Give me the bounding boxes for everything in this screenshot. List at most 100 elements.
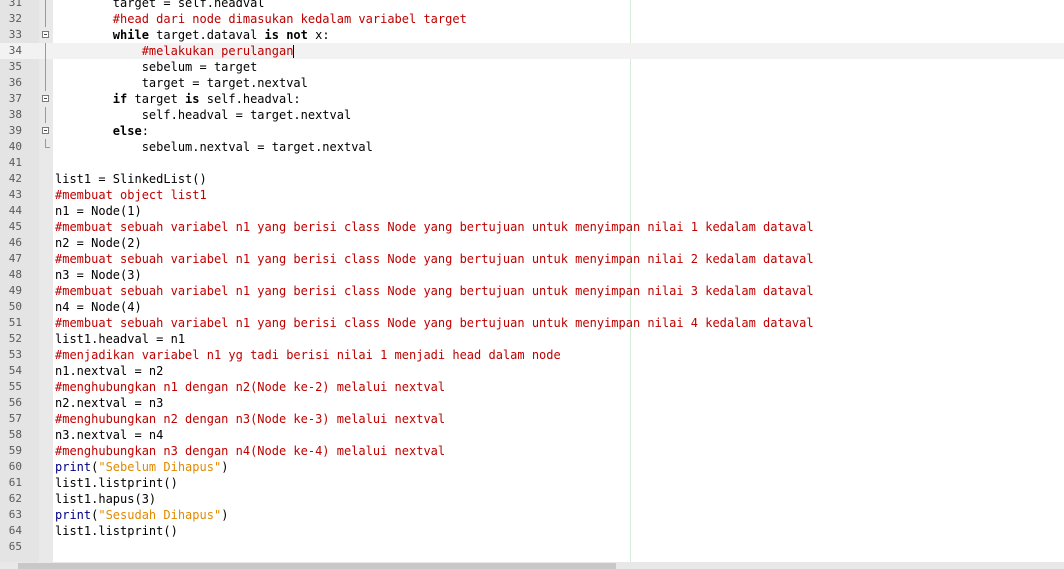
code-line[interactable]: 48 n3 = Node(3) — [0, 267, 1064, 283]
code-text[interactable]: self.headval = target.nextval — [55, 107, 352, 123]
code-text[interactable]: #head dari node dimasukan kedalam variab… — [55, 11, 467, 27]
line-number: 42 — [8, 172, 22, 185]
code-text[interactable]: #membuat sebuah variabel n1 yang berisi … — [55, 315, 814, 331]
code-line[interactable]: 33 while target.dataval is not x: — [0, 27, 1064, 43]
code-line[interactable]: 45 #membuat sebuah variabel n1 yang beris… — [0, 219, 1064, 235]
code-token: list1.listprint() — [55, 476, 178, 490]
code-text[interactable]: print("Sebelum Dihapus") — [55, 459, 228, 475]
code-comment: #melakukan perulangan — [141, 44, 294, 58]
code-editor[interactable]: 31 target = self.headval 32 #head dari no… — [0, 0, 1064, 562]
code-line[interactable]: 32 #head dari node dimasukan kedalam var… — [0, 11, 1064, 27]
horizontal-scrollbar[interactable] — [0, 562, 1064, 569]
code-text[interactable]: #menghubungkan n1 dengan n2(Node ke-2) m… — [55, 379, 445, 395]
code-line[interactable]: 56 n2.nextval = n3 — [0, 395, 1064, 411]
line-number: 51 — [8, 316, 22, 329]
code-text[interactable]: n2.nextval = n3 — [55, 395, 163, 411]
code-line[interactable]: 52 list1.headval = n1 — [0, 331, 1064, 347]
code-text[interactable]: while target.dataval is not x: — [55, 27, 330, 43]
code-text[interactable]: list1.headval = n1 — [55, 331, 185, 347]
code-line[interactable]: 62 list1.hapus(3) — [0, 491, 1064, 507]
code-line[interactable]: 44 n1 = Node(1) — [0, 203, 1064, 219]
code-line[interactable]: 53 #menjadikan variabel n1 yg tadi berisi… — [0, 347, 1064, 363]
code-line[interactable]: 57 #menghubungkan n2 dengan n3(Node ke-3)… — [0, 411, 1064, 427]
line-number: 43 — [8, 188, 22, 201]
fold-toggle-icon[interactable] — [42, 127, 49, 134]
code-text[interactable]: #membuat sebuah variabel n1 yang berisi … — [55, 283, 814, 299]
code-comment: #menghubungkan n1 dengan n2(Node ke-2) m… — [55, 380, 446, 394]
code-text[interactable]: n2 = Node(2) — [55, 235, 142, 251]
code-text[interactable]: if target is self.headval: — [55, 91, 301, 107]
code-line[interactable]: 49 #membuat sebuah variabel n1 yang beris… — [0, 283, 1064, 299]
code-token: list1.hapus(3) — [55, 492, 157, 506]
fold-toggle-icon[interactable] — [42, 31, 49, 38]
code-token: n3.nextval = n4 — [55, 428, 164, 442]
code-text[interactable]: #menghubungkan n3 dengan n4(Node ke-4) m… — [55, 443, 445, 459]
code-line[interactable]: 38 self.headval = target.nextval — [0, 107, 1064, 123]
code-text[interactable]: n3 = Node(3) — [55, 267, 142, 283]
code-text[interactable]: #menjadikan variabel n1 yg tadi berisi n… — [55, 347, 561, 363]
code-line[interactable]: 61 list1.listprint() — [0, 475, 1064, 491]
line-number: 35 — [8, 60, 22, 73]
code-line[interactable]: 31 target = self.headval — [0, 0, 1064, 11]
code-line[interactable]: 37 if target is self.headval: — [0, 91, 1064, 107]
code-line[interactable]: 39 else: — [0, 123, 1064, 139]
code-text[interactable]: print("Sesudah Dihapus") — [55, 507, 228, 523]
line-number: 36 — [8, 76, 22, 89]
code-text[interactable]: n4 = Node(4) — [55, 299, 142, 315]
code-line[interactable]: 59 #menghubungkan n3 dengan n4(Node ke-4)… — [0, 443, 1064, 459]
code-text[interactable]: n1 = Node(1) — [55, 203, 142, 219]
fold-toggle-icon[interactable] — [42, 95, 49, 102]
code-line[interactable]: 36 target = target.nextval — [0, 75, 1064, 91]
line-number: 33 — [8, 28, 22, 41]
code-text[interactable]: list1.listprint() — [55, 523, 178, 539]
line-number: 61 — [8, 476, 22, 489]
code-text[interactable]: sebelum.nextval = target.nextval — [55, 139, 373, 155]
fold-guide-line — [45, 107, 46, 123]
code-text[interactable]: target = self.headval — [55, 0, 265, 11]
fold-guide-line — [45, 11, 46, 27]
code-text[interactable]: #membuat sebuah variabel n1 yang berisi … — [55, 251, 814, 267]
code-comment: #membuat object list1 — [55, 188, 207, 202]
code-text[interactable]: #membuat object list1 — [55, 187, 207, 203]
code-text[interactable]: #menghubungkan n2 dengan n3(Node ke-3) m… — [55, 411, 445, 427]
code-text[interactable]: #melakukan perulangan — [55, 43, 295, 59]
code-line[interactable]: 64 list1.listprint() — [0, 523, 1064, 539]
code-line[interactable]: 60 print("Sebelum Dihapus") — [0, 459, 1064, 475]
code-line[interactable]: 65 — [0, 539, 1064, 555]
code-line[interactable]: 35 sebelum = target — [0, 59, 1064, 75]
code-text[interactable]: #membuat sebuah variabel n1 yang berisi … — [55, 219, 814, 235]
code-text[interactable]: list1 = SlinkedList() — [55, 171, 207, 187]
code-line[interactable]: 55 #menghubungkan n1 dengan n2(Node ke-2)… — [0, 379, 1064, 395]
code-line[interactable]: 40 sebelum.nextval = target.nextval — [0, 139, 1064, 155]
code-line[interactable]: 50 n4 = Node(4) — [0, 299, 1064, 315]
code-text[interactable]: list1.hapus(3) — [55, 491, 156, 507]
code-line[interactable]: 46 n2 = Node(2) — [0, 235, 1064, 251]
code-line[interactable]: 58 n3.nextval = n4 — [0, 427, 1064, 443]
horizontal-scrollbar-thumb[interactable] — [18, 563, 616, 569]
code-line[interactable]: 42 list1 = SlinkedList() — [0, 171, 1064, 187]
code-lines[interactable]: 31 target = self.headval 32 #head dari no… — [0, 0, 1064, 555]
code-text[interactable]: n3.nextval = n4 — [55, 427, 163, 443]
code-keyword: is — [185, 92, 200, 106]
line-number: 56 — [8, 396, 22, 409]
code-line[interactable]: 41 — [0, 155, 1064, 171]
code-line[interactable]: 43 #membuat object list1 — [0, 187, 1064, 203]
code-line[interactable]: 51 #membuat sebuah variabel n1 yang beris… — [0, 315, 1064, 331]
code-token: n1.nextval = n2 — [55, 364, 164, 378]
code-line[interactable]: 34 #melakukan perulangan — [0, 43, 1064, 59]
code-text[interactable]: else: — [55, 123, 149, 139]
code-line[interactable]: 63 print("Sesudah Dihapus") — [0, 507, 1064, 523]
line-number: 44 — [8, 204, 22, 217]
line-number: 34 — [8, 44, 22, 57]
code-text[interactable]: n1.nextval = n2 — [55, 363, 163, 379]
code-token: list1.headval = n1 — [55, 332, 186, 346]
code-line[interactable]: 47 #membuat sebuah variabel n1 yang beris… — [0, 251, 1064, 267]
code-token: self.headval = target.nextval — [55, 108, 352, 122]
code-text[interactable]: sebelum = target — [55, 59, 258, 75]
code-text[interactable]: list1.listprint() — [55, 475, 178, 491]
code-line[interactable]: 54 n1.nextval = n2 — [0, 363, 1064, 379]
line-number: 41 — [8, 156, 22, 169]
code-token: list1.listprint() — [55, 524, 178, 538]
code-text[interactable]: target = target.nextval — [55, 75, 308, 91]
